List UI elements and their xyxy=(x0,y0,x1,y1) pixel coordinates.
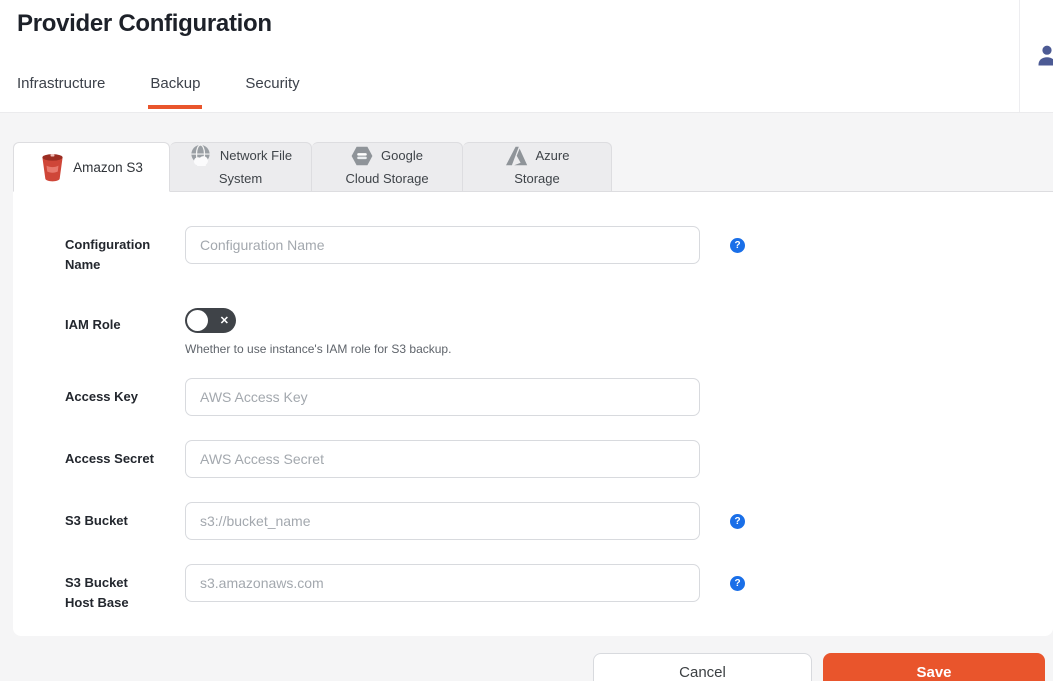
form-row-s3-bucket: S3 Bucket ? xyxy=(65,502,1053,540)
iam-role-toggle[interactable]: ✕ xyxy=(185,308,236,333)
header-divider xyxy=(1019,0,1020,112)
access-key-label: Access Key xyxy=(65,389,138,404)
page-title: Provider Configuration xyxy=(17,10,272,37)
provider-tab-label: Azure xyxy=(535,148,570,163)
toggle-knob xyxy=(187,310,208,331)
provider-tab-network-file-system[interactable]: Network File System xyxy=(170,142,312,192)
configuration-name-input[interactable] xyxy=(185,226,700,264)
s3-bucket-input[interactable] xyxy=(185,502,700,540)
provider-tab-label: Network File xyxy=(219,148,293,163)
provider-tab-google-cloud-storage[interactable]: Google Cloud Storage xyxy=(312,142,463,192)
main-nav: Infrastructure Backup Security xyxy=(17,75,300,109)
tab-security[interactable]: Security xyxy=(245,75,299,92)
help-icon[interactable]: ? xyxy=(730,238,745,253)
tab-backup-label: Backup xyxy=(150,75,201,92)
help-icon[interactable]: ? xyxy=(730,514,745,529)
toggle-off-icon: ✕ xyxy=(219,314,229,327)
s3-config-form: Configuration Name ? IAM Role ✕ Whether … xyxy=(13,192,1053,636)
save-button[interactable]: Save xyxy=(823,653,1045,681)
access-secret-input[interactable] xyxy=(185,440,700,478)
tab-backup[interactable]: Backup xyxy=(148,75,203,109)
page-header: Provider Configuration Infrastructure Ba… xyxy=(0,0,1053,113)
configuration-name-label: Configuration Name xyxy=(65,237,151,272)
help-icon[interactable]: ? xyxy=(730,576,745,591)
access-secret-label: Access Secret xyxy=(65,451,154,466)
provider-tab-label: Amazon S3 xyxy=(73,159,143,175)
provider-tab-label: Google xyxy=(381,148,423,163)
provider-tab-amazon-s3[interactable]: Amazon S3 xyxy=(13,142,170,192)
tab-infrastructure[interactable]: Infrastructure xyxy=(17,75,105,92)
azure-storage-icon xyxy=(505,146,528,166)
network-file-system-icon xyxy=(189,144,212,167)
form-row-access-secret: Access Secret xyxy=(65,440,1053,478)
provider-tab-azure-storage[interactable]: Azure Storage xyxy=(463,142,612,192)
s3-bucket-host-base-label: S3 Bucket Host Base xyxy=(65,575,129,610)
s3-bucket-host-base-input[interactable] xyxy=(185,564,700,602)
s3-bucket-label: S3 Bucket xyxy=(65,513,128,528)
form-row-configuration-name: Configuration Name ? xyxy=(65,226,1053,274)
tab-strip-filler xyxy=(612,142,1053,192)
form-row-s3-bucket-host-base: S3 Bucket Host Base ? xyxy=(65,564,1053,612)
access-key-input[interactable] xyxy=(185,378,700,416)
form-row-access-key: Access Key xyxy=(65,378,1053,416)
google-cloud-storage-icon xyxy=(351,146,373,166)
iam-role-description: Whether to use instance's IAM role for S… xyxy=(185,342,452,356)
form-row-iam-role: IAM Role ✕ Whether to use instance's IAM… xyxy=(65,306,1053,356)
provider-tab-label-line2: Cloud Storage xyxy=(345,171,429,186)
amazon-s3-icon xyxy=(40,153,65,182)
user-icon[interactable] xyxy=(1036,44,1053,66)
active-tab-underline xyxy=(148,105,203,109)
provider-tab-label-line2: Storage xyxy=(514,171,560,186)
form-actions: Cancel Save xyxy=(0,636,1053,681)
cancel-button[interactable]: Cancel xyxy=(593,653,812,681)
provider-tab-strip: Amazon S3 Network File System Google Clo… xyxy=(13,113,1053,192)
iam-role-label: IAM Role xyxy=(65,317,121,332)
provider-tab-label-line2: System xyxy=(218,171,263,186)
